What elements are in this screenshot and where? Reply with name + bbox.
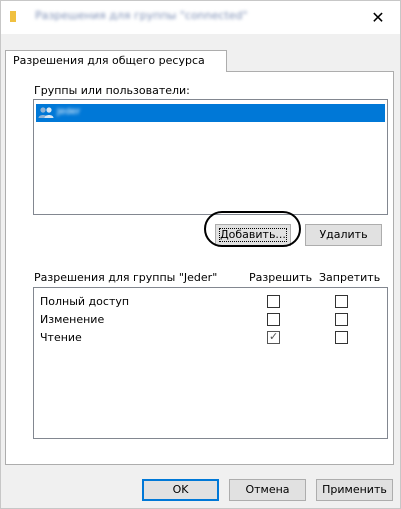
window-title: Разрешения для группы "connected" — [35, 9, 248, 22]
permissions-dialog: Разрешения для группы "connected" ✕ Разр… — [0, 0, 401, 509]
apply-button-label: Применить — [322, 483, 387, 496]
allow-column-header: Разрешить — [249, 271, 313, 284]
permission-name: Изменение — [40, 313, 105, 326]
folder-icon — [10, 11, 16, 22]
checkmark-icon: ✓ — [269, 330, 279, 343]
add-button[interactable]: Добавить... — [215, 224, 291, 246]
list-item[interactable]: Jeder — [36, 104, 385, 122]
permission-row-read: Чтение ✓ — [34, 329, 387, 347]
focus-indicator — [219, 228, 287, 242]
allow-checkbox[interactable]: ✓ — [267, 330, 280, 344]
cancel-button[interactable]: Отмена — [229, 479, 306, 501]
group-name: Jeder — [57, 108, 81, 117]
permission-row-full-control: Полный доступ — [34, 293, 387, 311]
remove-button-label: Удалить — [319, 228, 368, 241]
permissions-list: Полный доступ Изменение Чтение ✓ — [33, 287, 388, 439]
apply-button[interactable]: Применить — [316, 479, 393, 501]
deny-column-header: Запретить — [319, 271, 381, 284]
groups-listbox[interactable]: Jeder — [33, 99, 388, 215]
groups-label: Группы или пользователи: — [34, 84, 190, 97]
permissions-header: Разрешения для группы "Jeder" — [34, 271, 218, 284]
ok-button[interactable]: OK — [142, 479, 219, 501]
tab-label: Разрешения для общего ресурса — [13, 54, 205, 67]
title-bar: Разрешения для группы "connected" ✕ — [1, 1, 400, 34]
allow-checkbox[interactable] — [267, 295, 280, 308]
deny-checkbox[interactable] — [335, 313, 348, 326]
allow-checkbox[interactable] — [267, 313, 280, 326]
permission-row-change: Изменение — [34, 311, 387, 329]
remove-button[interactable]: Удалить — [305, 224, 382, 246]
ok-button-label: OK — [172, 483, 189, 496]
deny-checkbox[interactable] — [335, 295, 348, 308]
permission-name: Чтение — [40, 331, 82, 344]
users-icon — [38, 107, 54, 118]
close-button[interactable]: ✕ — [367, 8, 389, 28]
permission-name: Полный доступ — [40, 295, 130, 308]
cancel-button-label: Отмена — [245, 483, 290, 496]
close-icon: ✕ — [371, 8, 385, 27]
deny-checkbox[interactable] — [335, 331, 348, 344]
tab-share-permissions[interactable]: Разрешения для общего ресурса — [5, 50, 227, 72]
